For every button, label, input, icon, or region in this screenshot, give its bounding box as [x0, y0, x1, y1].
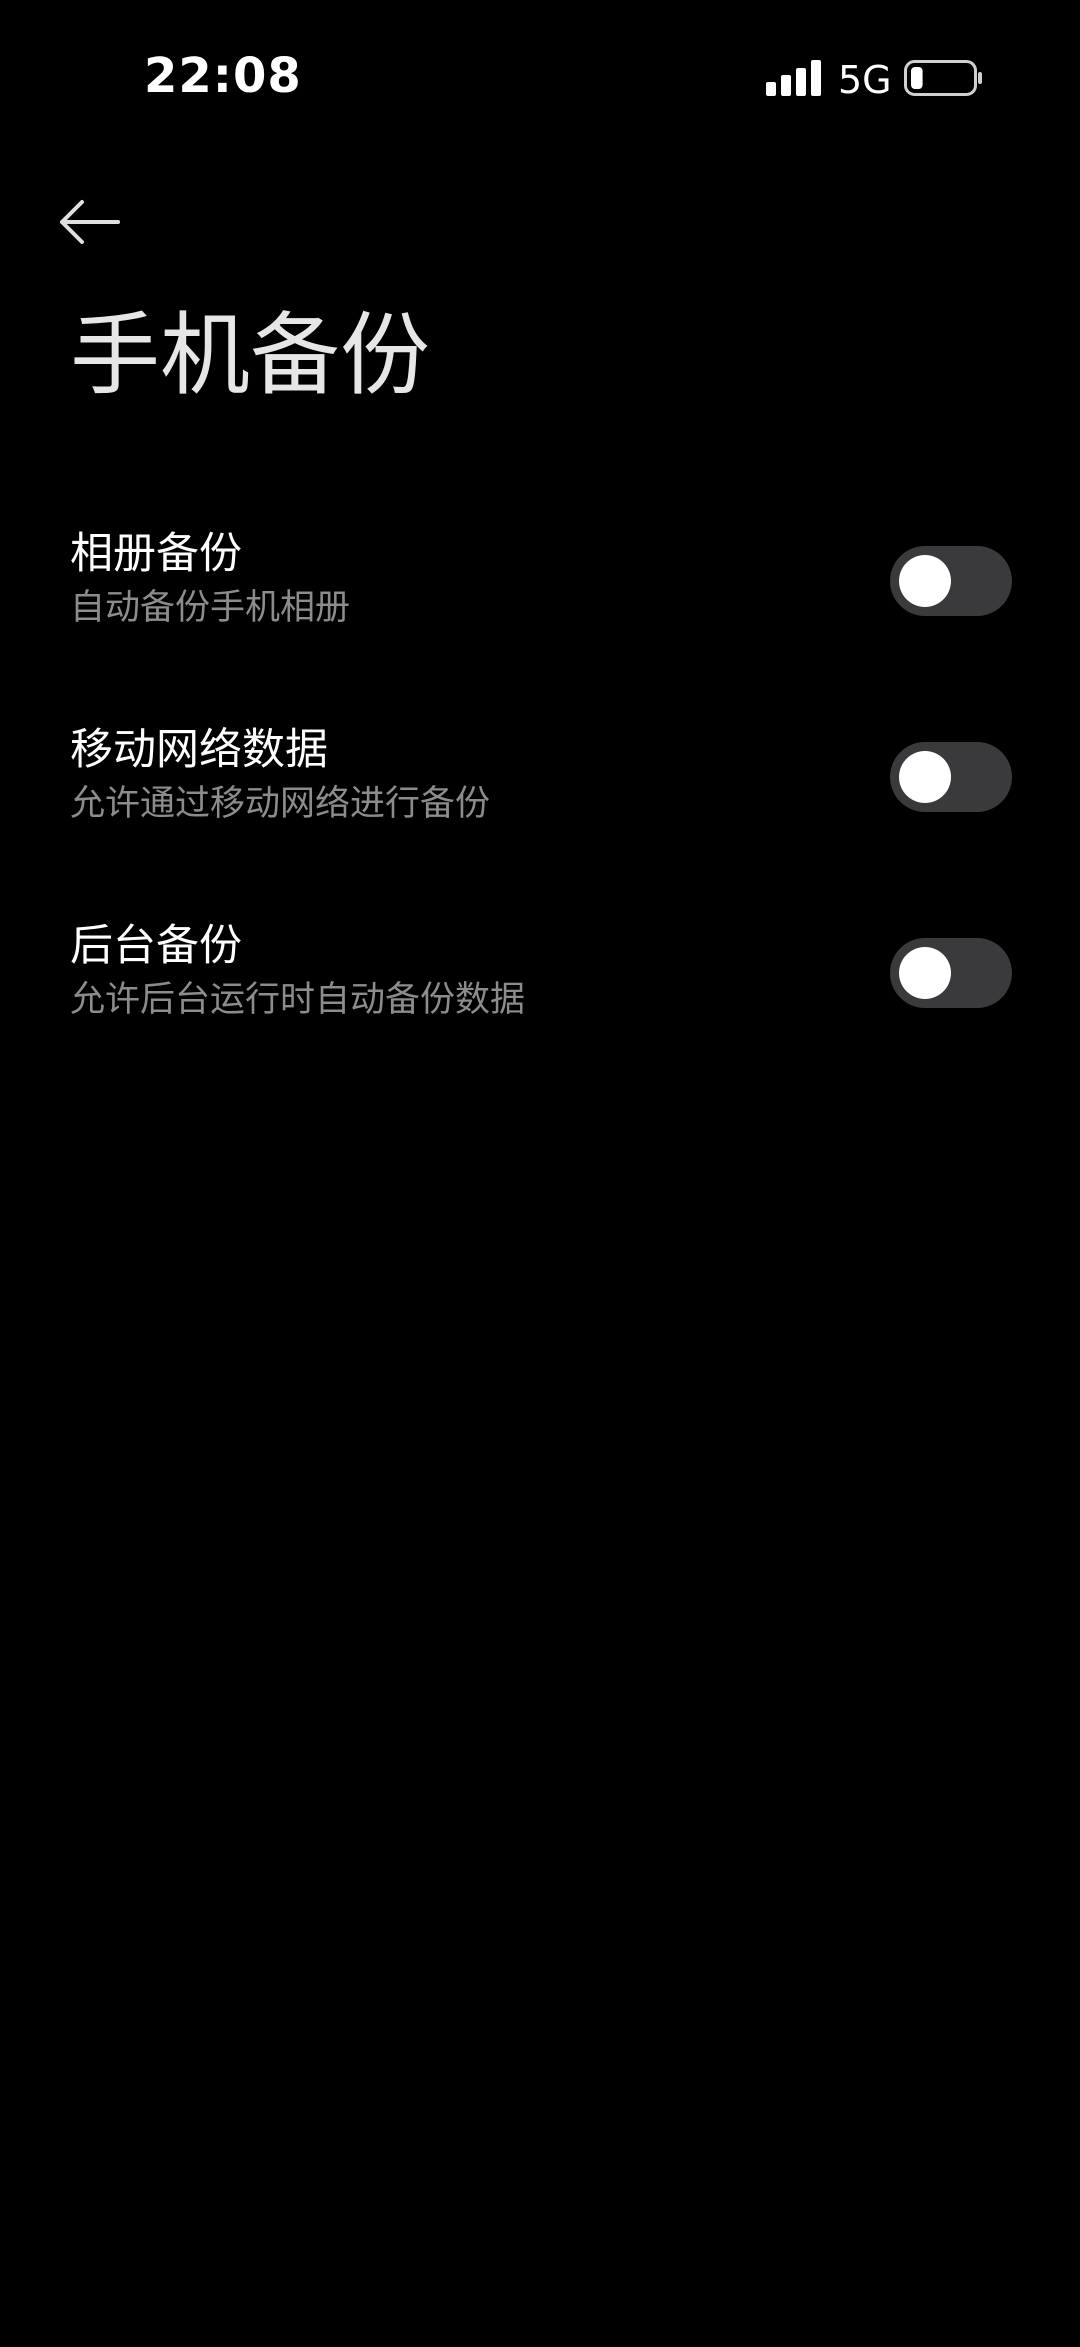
toggle-knob	[899, 555, 951, 607]
setting-description: 允许通过移动网络进行备份	[70, 783, 491, 824]
background-backup-toggle[interactable]	[890, 938, 1012, 1008]
signal-bars-icon	[766, 60, 821, 96]
setting-row-background-backup[interactable]: 后台备份 允许后台运行时自动备份数据	[0, 906, 1080, 1076]
mobile-data-toggle[interactable]	[890, 742, 1012, 812]
setting-label: 移动网络数据	[70, 725, 328, 775]
battery-low-icon	[904, 60, 982, 96]
toggle-knob	[899, 947, 951, 999]
setting-description: 允许后台运行时自动备份数据	[70, 979, 526, 1020]
status-time: 22:08	[144, 48, 302, 104]
setting-row-mobile-data[interactable]: 移动网络数据 允许通过移动网络进行备份	[0, 710, 1080, 880]
arrow-left-icon	[60, 200, 120, 244]
album-backup-toggle[interactable]	[890, 546, 1012, 616]
page-title: 手机备份	[70, 303, 430, 408]
status-bar: 22:08 5G	[0, 0, 1080, 160]
back-button[interactable]	[52, 184, 128, 260]
setting-label: 相册备份	[70, 529, 242, 579]
network-type-label: 5G	[838, 58, 892, 102]
setting-row-album-backup[interactable]: 相册备份 自动备份手机相册	[0, 514, 1080, 684]
setting-label: 后台备份	[70, 921, 242, 971]
toggle-knob	[899, 751, 951, 803]
setting-description: 自动备份手机相册	[70, 587, 351, 628]
